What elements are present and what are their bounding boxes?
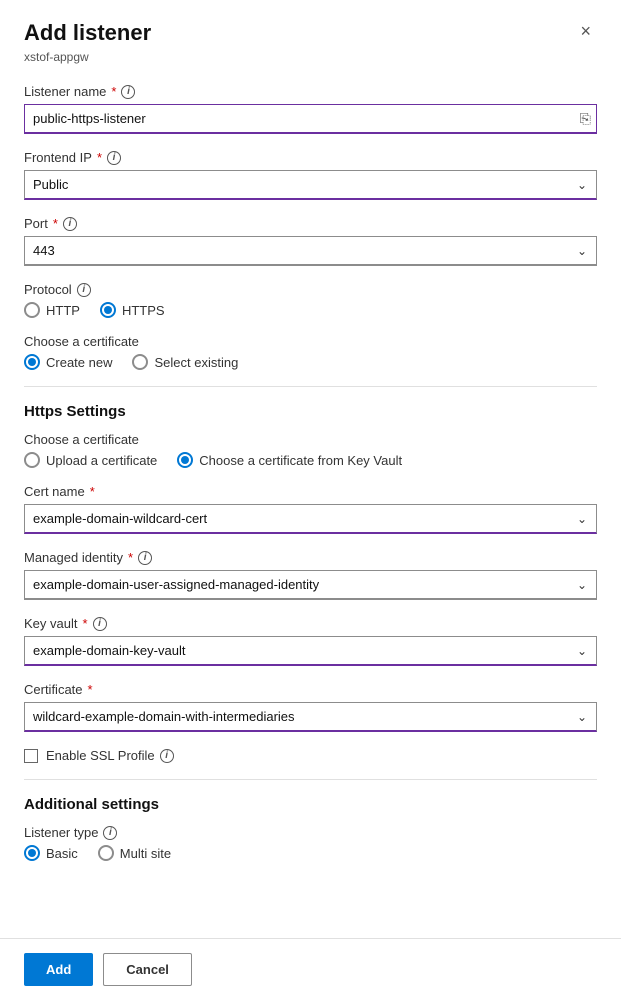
cancel-button[interactable]: Cancel — [103, 953, 192, 986]
port-label: Port * i — [24, 216, 597, 231]
upload-cert-label: Upload a certificate — [46, 453, 157, 468]
divider-1 — [24, 386, 597, 387]
key-vault-select-wrapper: example-domain-key-vault ⌄ — [24, 636, 597, 666]
panel-header: Add listener × — [24, 20, 597, 46]
key-vault-group: Key vault * i example-domain-key-vault ⌄ — [24, 616, 597, 666]
protocol-radio-group: HTTP HTTPS — [24, 302, 597, 318]
protocol-https-option[interactable]: HTTPS — [100, 302, 165, 318]
key-vault-select[interactable]: example-domain-key-vault — [24, 636, 597, 666]
upload-cert-option[interactable]: Upload a certificate — [24, 452, 157, 468]
keyvault-cert-label: Choose a certificate from Key Vault — [199, 453, 402, 468]
frontend-ip-select-wrapper: Public Private ⌄ — [24, 170, 597, 200]
listener-name-group: Listener name * i ⎘ — [24, 84, 597, 134]
select-existing-option[interactable]: Select existing — [132, 354, 238, 370]
choose-certificate-radio-group: Create new Select existing — [24, 354, 597, 370]
listener-name-input[interactable] — [24, 104, 597, 134]
protocol-http-radio[interactable] — [24, 302, 40, 318]
basic-type-radio[interactable] — [24, 845, 40, 861]
add-button[interactable]: Add — [24, 953, 93, 986]
close-button[interactable]: × — [574, 20, 597, 42]
certificate-select-wrapper: wildcard-example-domain-with-intermediar… — [24, 702, 597, 732]
basic-type-label: Basic — [46, 846, 78, 861]
ssl-profile-checkbox[interactable] — [24, 749, 38, 763]
frontend-ip-group: Frontend IP * i Public Private ⌄ — [24, 150, 597, 200]
key-vault-required: * — [82, 616, 87, 631]
protocol-http-label: HTTP — [46, 303, 80, 318]
multi-site-type-label: Multi site — [120, 846, 171, 861]
ssl-profile-wrapper: Enable SSL Profile i — [24, 748, 597, 763]
footer: Add Cancel — [0, 938, 621, 1000]
managed-identity-select-wrapper: example-domain-user-assigned-managed-ide… — [24, 570, 597, 600]
port-group: Port * i 443 80 8080 ⌄ — [24, 216, 597, 266]
additional-settings-title: Additional settings — [24, 796, 597, 813]
cert-name-select[interactable]: example-domain-wildcard-cert — [24, 504, 597, 534]
cert-name-select-wrapper: example-domain-wildcard-cert ⌄ — [24, 504, 597, 534]
choose-certificate-group: Choose a certificate Create new Select e… — [24, 334, 597, 370]
panel-subtitle: xstof-appgw — [24, 50, 597, 64]
listener-name-required: * — [111, 84, 116, 99]
protocol-http-option[interactable]: HTTP — [24, 302, 80, 318]
choose-certificate-label: Choose a certificate — [24, 334, 597, 349]
cert-name-group: Cert name * example-domain-wildcard-cert… — [24, 484, 597, 534]
ssl-profile-info-icon[interactable]: i — [160, 749, 174, 763]
frontend-ip-label: Frontend IP * i — [24, 150, 597, 165]
add-listener-panel: Add listener × xstof-appgw Listener name… — [0, 0, 621, 1000]
port-required: * — [53, 216, 58, 231]
certificate-required: * — [88, 682, 93, 697]
upload-cert-radio[interactable] — [24, 452, 40, 468]
key-vault-info-icon[interactable]: i — [93, 617, 107, 631]
create-new-radio[interactable] — [24, 354, 40, 370]
certificate-group: Certificate * wildcard-example-domain-wi… — [24, 682, 597, 732]
protocol-info-icon[interactable]: i — [77, 283, 91, 297]
listener-type-info-icon[interactable]: i — [103, 826, 117, 840]
create-new-option[interactable]: Create new — [24, 354, 112, 370]
listener-type-group: Listener type i Basic Multi site — [24, 825, 597, 861]
managed-identity-info-icon[interactable]: i — [138, 551, 152, 565]
https-choose-certificate-group: Choose a certificate Upload a certificat… — [24, 432, 597, 468]
protocol-https-label: HTTPS — [122, 303, 165, 318]
keyvault-cert-option[interactable]: Choose a certificate from Key Vault — [177, 452, 402, 468]
port-select-wrapper: 443 80 8080 ⌄ — [24, 236, 597, 266]
https-settings-title: Https Settings — [24, 403, 597, 420]
multi-site-type-radio[interactable] — [98, 845, 114, 861]
basic-type-option[interactable]: Basic — [24, 845, 78, 861]
keyvault-cert-radio[interactable] — [177, 452, 193, 468]
create-new-label: Create new — [46, 355, 112, 370]
https-choose-certificate-label: Choose a certificate — [24, 432, 597, 447]
protocol-https-radio[interactable] — [100, 302, 116, 318]
listener-type-label: Listener type i — [24, 825, 597, 840]
listener-type-radio-group: Basic Multi site — [24, 845, 597, 861]
https-certificate-radio-group: Upload a certificate Choose a certificat… — [24, 452, 597, 468]
cert-name-required: * — [90, 484, 95, 499]
paste-icon: ⎘ — [580, 111, 591, 128]
managed-identity-label: Managed identity * i — [24, 550, 597, 565]
divider-2 — [24, 779, 597, 780]
managed-identity-select[interactable]: example-domain-user-assigned-managed-ide… — [24, 570, 597, 600]
select-existing-radio[interactable] — [132, 354, 148, 370]
frontend-ip-required: * — [97, 150, 102, 165]
port-info-icon[interactable]: i — [63, 217, 77, 231]
multi-site-type-option[interactable]: Multi site — [98, 845, 171, 861]
managed-identity-group: Managed identity * i example-domain-user… — [24, 550, 597, 600]
certificate-select[interactable]: wildcard-example-domain-with-intermediar… — [24, 702, 597, 732]
ssl-profile-label: Enable SSL Profile i — [46, 748, 174, 763]
listener-name-info-icon[interactable]: i — [121, 85, 135, 99]
managed-identity-required: * — [128, 550, 133, 565]
listener-name-input-wrapper: ⎘ — [24, 104, 597, 134]
protocol-label: Protocol i — [24, 282, 597, 297]
listener-name-label: Listener name * i — [24, 84, 597, 99]
panel-title: Add listener — [24, 20, 151, 46]
protocol-group: Protocol i HTTP HTTPS — [24, 282, 597, 318]
ssl-profile-group: Enable SSL Profile i — [24, 748, 597, 763]
cert-name-label: Cert name * — [24, 484, 597, 499]
key-vault-label: Key vault * i — [24, 616, 597, 631]
frontend-ip-info-icon[interactable]: i — [107, 151, 121, 165]
select-existing-label: Select existing — [154, 355, 238, 370]
certificate-label: Certificate * — [24, 682, 597, 697]
port-select[interactable]: 443 80 8080 — [24, 236, 597, 266]
frontend-ip-select[interactable]: Public Private — [24, 170, 597, 200]
